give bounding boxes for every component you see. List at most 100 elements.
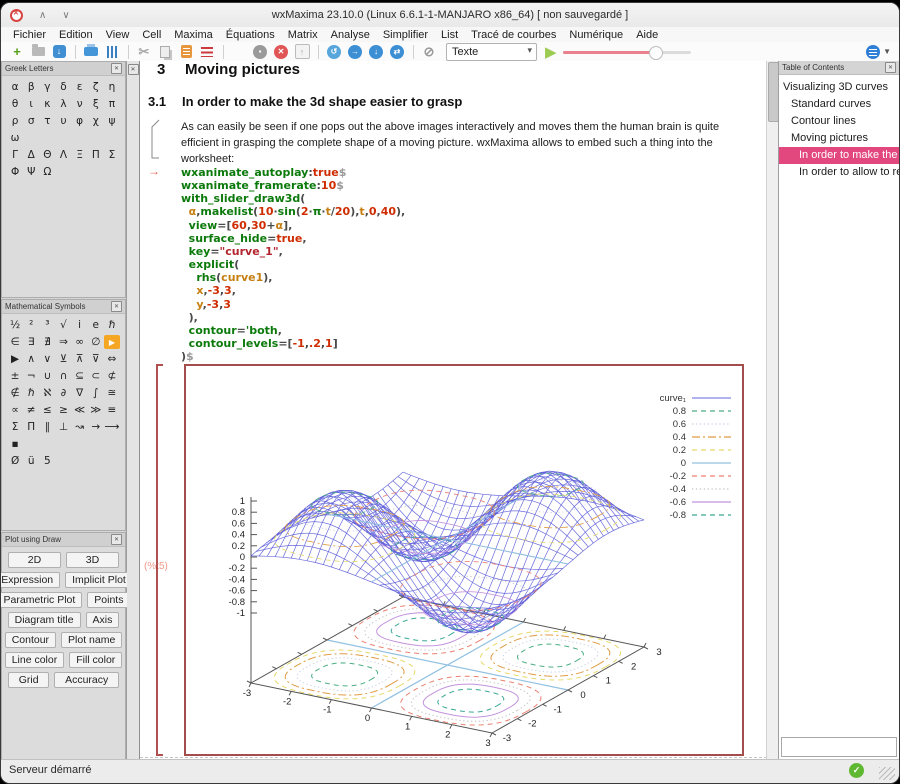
menu-analyse[interactable]: Analyse: [331, 29, 370, 41]
symbol-button[interactable]: Ψ: [23, 165, 39, 179]
paste-button[interactable]: [176, 43, 196, 60]
menu-maxima[interactable]: Maxima: [174, 29, 213, 41]
symbol-button[interactable]: ∥: [39, 420, 55, 434]
draw-diagram-title-button[interactable]: Diagram title: [8, 612, 81, 628]
stop-button[interactable]: ✕: [271, 43, 291, 60]
toc-item-in-order-to-allow-to-read[interactable]: In order to allow to read ...: [779, 164, 899, 181]
toc-item-visualizing-3d-curves[interactable]: Visualizing 3D curves: [779, 79, 899, 96]
symbol-button[interactable]: ℏ: [104, 318, 120, 332]
draw-plot-name-button[interactable]: Plot name: [61, 632, 122, 648]
symbol-button[interactable]: ρ: [7, 114, 23, 128]
symbol-button[interactable]: ¬: [23, 369, 39, 383]
jump-button[interactable]: ↑: [292, 43, 312, 60]
symbol-button[interactable]: ψ: [104, 114, 120, 128]
cell-style-dropdown[interactable]: Texte: [446, 43, 537, 61]
symbol-button[interactable]: ℵ: [39, 386, 55, 400]
close-icon[interactable]: ✕: [111, 301, 122, 312]
pane-divider[interactable]: ✕: [127, 61, 139, 759]
symbol-button[interactable]: λ: [55, 97, 71, 111]
symbol-button[interactable]: ½: [7, 318, 23, 332]
symbol-button[interactable]: ∞: [72, 335, 88, 349]
symbol-button[interactable]: ≠: [23, 403, 39, 417]
new-cell-button[interactable]: +: [7, 43, 27, 60]
symbol-button[interactable]: ⊄: [104, 369, 120, 383]
toc-item-standard-curves[interactable]: Standard curves: [779, 96, 899, 113]
symbol-button[interactable]: Σ: [7, 420, 23, 434]
draw-grid-button[interactable]: Grid: [8, 672, 49, 688]
draw-implicit-plot-button[interactable]: Implicit Plot: [65, 572, 133, 588]
symbol-button[interactable]: ι: [23, 97, 39, 111]
symbol-button[interactable]: ∧: [23, 352, 39, 366]
close-icon[interactable]: ✕: [111, 63, 122, 74]
symbol-button[interactable]: i: [72, 318, 88, 332]
symbol-button[interactable]: θ: [7, 97, 23, 111]
copy-button[interactable]: [155, 43, 175, 60]
symbol-button[interactable]: ≫: [88, 403, 104, 417]
draw-expression-button[interactable]: Expression: [0, 572, 60, 588]
symbol-button[interactable]: χ: [88, 114, 104, 128]
symbol-button[interactable]: γ: [39, 80, 55, 94]
animation-play-button[interactable]: ▶: [545, 43, 557, 61]
menu-fichier[interactable]: Fichier: [13, 29, 46, 41]
menu-view[interactable]: View: [106, 29, 130, 41]
menu-cell[interactable]: Cell: [142, 29, 161, 41]
symbol-button[interactable]: ▶: [104, 335, 120, 349]
symbol-button[interactable]: ⊂: [88, 369, 104, 383]
symbol-button[interactable]: Σ: [104, 148, 120, 162]
menu-aide[interactable]: Aide: [636, 29, 658, 41]
close-icon[interactable]: ✕: [111, 534, 122, 545]
draw-parametric-plot-button[interactable]: Parametric Plot: [0, 592, 82, 608]
eval-below-button[interactable]: ↓: [366, 43, 386, 60]
menu-matrix[interactable]: Matrix: [288, 29, 318, 41]
symbol-button[interactable]: ⊼: [72, 352, 88, 366]
draw-fill-color-button[interactable]: Fill color: [69, 652, 122, 668]
configure-button[interactable]: [102, 43, 122, 60]
symbol-button[interactable]: Δ: [23, 148, 39, 162]
find-button[interactable]: [229, 43, 249, 60]
slider-handle[interactable]: [649, 46, 663, 60]
symbol-button[interactable]: ⊽: [88, 352, 104, 366]
menu-num-rique[interactable]: Numérique: [569, 29, 623, 41]
draw-accuracy-button[interactable]: Accuracy: [54, 672, 119, 688]
symbol-button[interactable]: Ø: [7, 454, 23, 468]
symbol-button[interactable]: ∈: [7, 335, 23, 349]
symbol-button[interactable]: π: [104, 97, 120, 111]
menu-list[interactable]: List: [441, 29, 458, 41]
symbol-button[interactable]: ⊆: [72, 369, 88, 383]
symbol-button[interactable]: ⇒: [55, 335, 71, 349]
toc-filter-input[interactable]: [781, 737, 897, 757]
symbol-button[interactable]: ω: [7, 131, 23, 145]
symbol-button[interactable]: ∉: [7, 386, 23, 400]
symbol-button[interactable]: ε: [72, 80, 88, 94]
symbol-button[interactable]: ≪: [72, 403, 88, 417]
symbol-button[interactable]: ≤: [39, 403, 55, 417]
symbol-button[interactable]: Θ: [39, 148, 55, 162]
symbol-button[interactable]: β: [23, 80, 39, 94]
draw-axis-button[interactable]: Axis: [86, 612, 120, 628]
close-icon[interactable]: ✕: [885, 62, 896, 73]
symbol-button[interactable]: ▶: [7, 352, 23, 366]
menu-simplifier[interactable]: Simplifier: [383, 29, 428, 41]
draw-3d-button[interactable]: 3D: [66, 552, 119, 568]
symbol-button[interactable]: ≡: [104, 403, 120, 417]
animation-slider[interactable]: [563, 45, 691, 59]
close-icon[interactable]: ✕: [128, 64, 139, 75]
symbol-button[interactable]: ∝: [7, 403, 23, 417]
plot-image[interactable]: -3-2-10123-3-2-1012310.80.60.40.20-0.2-0…: [184, 364, 744, 756]
symbol-button[interactable]: ⟶: [104, 420, 120, 434]
hide-code-button[interactable]: ⊘: [419, 43, 439, 60]
toc-item-in-order-to-make-the-3d-s[interactable]: In order to make the 3d s...: [779, 147, 899, 164]
toolbar-menu-icon[interactable]: [866, 45, 880, 59]
draw-contour-button[interactable]: Contour: [5, 632, 56, 648]
symbol-button[interactable]: ℏ: [23, 386, 39, 400]
symbol-button[interactable]: ξ: [88, 97, 104, 111]
print-button[interactable]: [81, 43, 101, 60]
symbol-button[interactable]: α: [7, 80, 23, 94]
symbol-button[interactable]: ∃: [23, 335, 39, 349]
resize-grip-icon[interactable]: [879, 767, 895, 780]
symbol-button[interactable]: Ξ: [72, 148, 88, 162]
symbol-button[interactable]: ⇔: [104, 352, 120, 366]
symbol-button[interactable]: ▪: [7, 437, 23, 451]
symbol-button[interactable]: Γ: [7, 148, 23, 162]
chevron-down-icon[interactable]: ▼: [883, 47, 891, 56]
